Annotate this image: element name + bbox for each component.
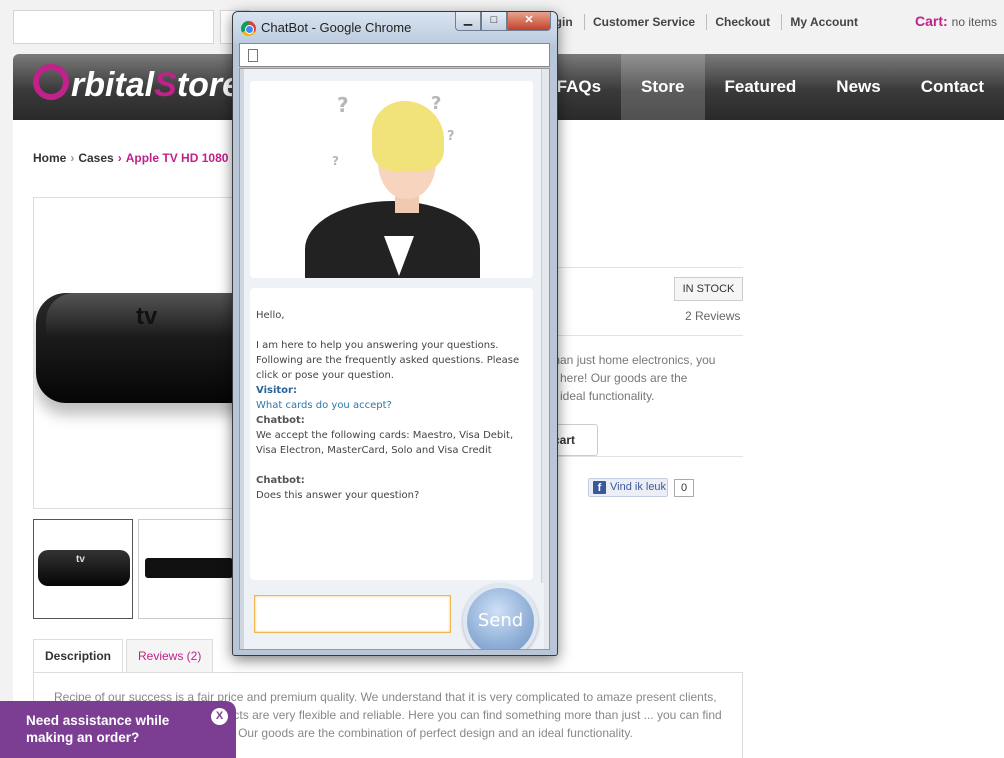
tab-reviews[interactable]: Reviews (2): [126, 639, 214, 672]
breadcrumb: Home › Cases › Apple TV HD 1080: [33, 151, 228, 165]
nav-featured[interactable]: Featured: [705, 54, 817, 120]
send-button[interactable]: Send: [463, 584, 538, 649]
scrollbar[interactable]: [541, 69, 549, 649]
window-controls: ▁ □ ✕: [455, 12, 551, 32]
chatbot-answer: We accept the following cards: Maestro, …: [256, 430, 514, 456]
close-icon[interactable]: X: [211, 708, 228, 725]
window-titlebar[interactable]: ChatBot - Google Chrome ▁ □ ✕: [233, 12, 557, 44]
top-link-checkout[interactable]: Checkout: [706, 14, 778, 30]
divider: [558, 267, 743, 268]
top-link-customer-service[interactable]: Customer Service: [584, 14, 703, 30]
product-thumbnail-2[interactable]: [138, 519, 233, 619]
visitor-question: What cards do you accept?: [256, 400, 392, 411]
question-mark-icon: ?: [337, 93, 349, 117]
breadcrumb-separator: ›: [70, 151, 75, 165]
breadcrumb-current: Apple TV HD 1080: [125, 151, 229, 165]
fb-like-label: Vind ik leuk: [610, 481, 667, 493]
divider: [558, 335, 743, 336]
chat-intro: I am here to help you answering your que…: [256, 340, 520, 381]
stock-badge: IN STOCK: [674, 277, 743, 301]
desc-line: n here! Our goods are the: [550, 371, 688, 385]
cart-value: no items: [951, 15, 998, 29]
chatbot-body: ? ? ? ? Hello, I am here to help you ans…: [239, 68, 550, 650]
chat-input[interactable]: [254, 595, 451, 633]
divider: [558, 456, 743, 457]
chat-messages: Hello, I am here to help you answering y…: [256, 308, 528, 503]
top-link-my-account[interactable]: My Account: [781, 14, 866, 30]
top-links: Login Customer Service Checkout My Accou…: [540, 14, 866, 30]
apple-logo-icon: tv: [76, 554, 85, 565]
product-description: than just home electronics, you n here! …: [550, 351, 750, 405]
search-input[interactable]: [13, 10, 214, 44]
product-main-image[interactable]: tv: [33, 197, 253, 509]
address-bar[interactable]: [239, 43, 550, 67]
tv-label-text: tv: [136, 303, 158, 330]
chatbot-label: Chatbot:: [256, 415, 305, 426]
window-title: ChatBot - Google Chrome: [261, 20, 412, 35]
maximize-button[interactable]: □: [481, 12, 507, 31]
thumb-tv-label: tv: [76, 554, 85, 565]
breadcrumb-separator: ›: [117, 151, 122, 165]
chatbot-window: ChatBot - Google Chrome ▁ □ ✕ ? ? ? ? He…: [232, 11, 558, 656]
facebook-icon: f: [593, 481, 606, 494]
cart-summary[interactable]: Cart: no items: [915, 13, 997, 29]
desc-line: n ideal functionality.: [550, 389, 655, 403]
visitor-label: Visitor:: [256, 385, 297, 396]
nav-news[interactable]: News: [816, 54, 900, 120]
chatbot-avatar: ? ? ? ?: [250, 81, 533, 278]
chat-transcript: Hello, I am here to help you answering y…: [250, 288, 533, 580]
apple-logo-icon: tv: [136, 303, 157, 331]
nav-store[interactable]: Store: [621, 54, 705, 120]
desc-line: than just home electronics, you: [550, 353, 716, 367]
chat-greeting: Hello,: [256, 310, 285, 321]
chat-spacer: [256, 458, 528, 473]
apple-tv-back-image: [145, 558, 232, 578]
close-button[interactable]: ✕: [507, 12, 551, 31]
facebook-like-button[interactable]: f Vind ik leuk: [588, 478, 668, 497]
minimize-button[interactable]: ▁: [455, 12, 481, 31]
chat-spacer: [256, 323, 528, 338]
page-icon: [248, 49, 258, 62]
tab-description[interactable]: Description: [33, 639, 124, 672]
breadcrumb-cases[interactable]: Cases: [78, 151, 113, 165]
product-thumbnail-1[interactable]: tv: [33, 519, 133, 619]
reviews-count[interactable]: 2 Reviews: [685, 309, 740, 323]
left-scroll-track: [240, 69, 244, 649]
question-mark-icon: ?: [447, 129, 455, 144]
chrome-icon: [241, 21, 256, 36]
cart-label: Cart:: [915, 13, 948, 29]
logo-text-2: S: [154, 66, 177, 104]
assistance-text: Need assistance while making an order?: [26, 713, 170, 745]
apple-tv-image: tv: [36, 293, 252, 403]
breadcrumb-home[interactable]: Home: [33, 151, 66, 165]
store-logo[interactable]: rbitalStore: [33, 64, 241, 105]
chat-input-area: Send: [244, 583, 544, 649]
logo-text-1: rbital: [71, 66, 155, 104]
nav-items: FAQs Store Featured News Contact: [537, 54, 1004, 120]
question-mark-icon: ?: [332, 154, 339, 168]
assistance-popup[interactable]: Need assistance while making an order? X: [0, 701, 236, 758]
facebook-like-count: 0: [674, 479, 694, 497]
orbit-logo-icon: [33, 64, 69, 100]
question-mark-icon: ?: [431, 93, 442, 114]
chatbot-followup: Does this answer your question?: [256, 490, 420, 501]
nav-contact[interactable]: Contact: [901, 54, 1004, 120]
chatbot-label: Chatbot:: [256, 475, 305, 486]
